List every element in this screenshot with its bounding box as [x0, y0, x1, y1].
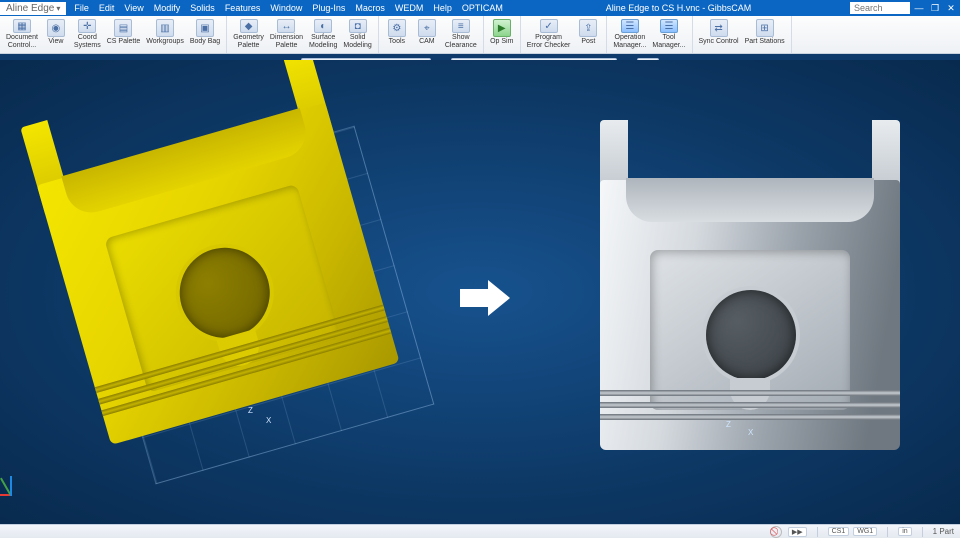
- cam-icon: ⌖: [418, 19, 436, 37]
- status-cs[interactable]: CS1: [828, 527, 850, 536]
- ribbon-workgroups[interactable]: ▥Workgroups: [143, 18, 187, 51]
- axis-x-left: X: [266, 416, 271, 425]
- ribbon-document-control[interactable]: ▦Document Control...: [3, 18, 41, 51]
- view-icon: ◉: [47, 19, 65, 37]
- ribbon-sync-control[interactable]: ⇄Sync Control: [696, 18, 742, 51]
- clearance-icon: ≡: [452, 19, 470, 33]
- sync-icon: ⇄: [710, 19, 728, 37]
- status-units[interactable]: in: [898, 527, 911, 536]
- app-brand-label: Aline Edge: [6, 3, 54, 14]
- ribbon-cs-palette[interactable]: ▤CS Palette: [104, 18, 143, 51]
- menu-bar: File Edit View Modify Solids Features Wi…: [70, 3, 507, 13]
- titlebar-right: — ❐ ✕: [850, 2, 960, 14]
- geometry-icon: ◆: [240, 19, 258, 33]
- ribbon-op-sim[interactable]: ▶Op Sim: [487, 18, 517, 51]
- workgroups-icon: ▥: [156, 19, 174, 37]
- menu-solids[interactable]: Solids: [186, 3, 219, 13]
- axis-x-right: X: [748, 428, 753, 437]
- menu-file[interactable]: File: [70, 3, 93, 13]
- coord-icon: ✛: [78, 19, 96, 33]
- surface-icon: ◐: [314, 19, 332, 33]
- stations-icon: ⊞: [756, 19, 774, 37]
- bodybag-icon: ▣: [196, 19, 214, 37]
- post-icon: ⇪: [579, 19, 597, 37]
- ribbon-post[interactable]: ⇪Post: [573, 18, 603, 51]
- transform-arrow-icon: [460, 280, 510, 316]
- opsim-icon: ▶: [493, 19, 511, 37]
- dimension-icon: ↔: [277, 19, 295, 33]
- ribbon-tools[interactable]: ⚙Tools: [382, 18, 412, 51]
- window-title: Aline Edge to CS H.vnc - GibbsCAM: [507, 3, 850, 13]
- ribbon-surface-modeling[interactable]: ◐Surface Modeling: [306, 18, 340, 51]
- toolmanager-icon: ☰: [660, 19, 678, 33]
- ribbon-body-bag[interactable]: ▣Body Bag: [187, 18, 223, 51]
- menu-opticam[interactable]: OPTICAM: [458, 3, 507, 13]
- ribbon-view[interactable]: ◉View: [41, 18, 71, 51]
- ribbon-dimension-palette[interactable]: ↔Dimension Palette: [267, 18, 306, 51]
- close-button[interactable]: ✕: [944, 3, 958, 14]
- ribbon-tool-manager[interactable]: ☰Tool Manager...: [649, 18, 688, 51]
- menu-wedm[interactable]: WEDM: [391, 3, 428, 13]
- menu-window[interactable]: Window: [266, 3, 306, 13]
- error-icon: ✓: [540, 19, 558, 33]
- status-part-count: 1 Part: [933, 527, 954, 536]
- axis-gizmo-icon: [10, 466, 40, 496]
- status-wg[interactable]: WG1: [853, 527, 877, 536]
- ribbon-toolbar: ▦Document Control... ◉View ✛Coord System…: [0, 16, 960, 54]
- opmanager-icon: ☰: [621, 19, 639, 33]
- chevron-down-icon: ▾: [56, 4, 60, 13]
- tools-icon: ⚙: [388, 19, 406, 37]
- ribbon-geometry-palette[interactable]: ◆Geometry Palette: [230, 18, 267, 51]
- ribbon-show-clearance[interactable]: ≡Show Clearance: [442, 18, 480, 51]
- menu-view[interactable]: View: [120, 3, 147, 13]
- menu-macros[interactable]: Macros: [351, 3, 389, 13]
- menu-plugins[interactable]: Plug-Ins: [308, 3, 349, 13]
- axis-z-right: Z: [726, 420, 731, 429]
- status-bar: ⃠ ▶▶ CS1 WG1 in 1 Part: [0, 524, 960, 538]
- status-stop-icon[interactable]: ⃠: [770, 526, 782, 538]
- restore-button[interactable]: ❐: [928, 3, 942, 14]
- viewport-3d[interactable]: Z X Z X: [0, 60, 960, 524]
- app-brand-dropdown[interactable]: Aline Edge ▾: [0, 2, 66, 15]
- ribbon-operation-manager[interactable]: ☰Operation Manager...: [610, 18, 649, 51]
- ribbon-part-stations[interactable]: ⊞Part Stations: [742, 18, 788, 51]
- ribbon-solid-modeling[interactable]: ◘Solid Modeling: [340, 18, 374, 51]
- document-icon: ▦: [13, 19, 31, 33]
- title-bar: Aline Edge ▾ File Edit View Modify Solid…: [0, 0, 960, 16]
- menu-modify[interactable]: Modify: [150, 3, 185, 13]
- model-result-silver: [600, 120, 900, 450]
- search-input[interactable]: [850, 2, 910, 14]
- minimize-button[interactable]: —: [912, 3, 926, 13]
- ribbon-cam[interactable]: ⌖CAM: [412, 18, 442, 51]
- status-play[interactable]: ▶▶: [788, 527, 807, 537]
- axis-z-left: Z: [248, 406, 253, 415]
- menu-features[interactable]: Features: [221, 3, 265, 13]
- ribbon-coord-systems[interactable]: ✛Coord Systems: [71, 18, 104, 51]
- ribbon-error-checker[interactable]: ✓Program Error Checker: [524, 18, 574, 51]
- palette-icon: ▤: [114, 19, 132, 37]
- menu-edit[interactable]: Edit: [95, 3, 119, 13]
- solid-icon: ◘: [349, 19, 367, 33]
- menu-help[interactable]: Help: [429, 3, 456, 13]
